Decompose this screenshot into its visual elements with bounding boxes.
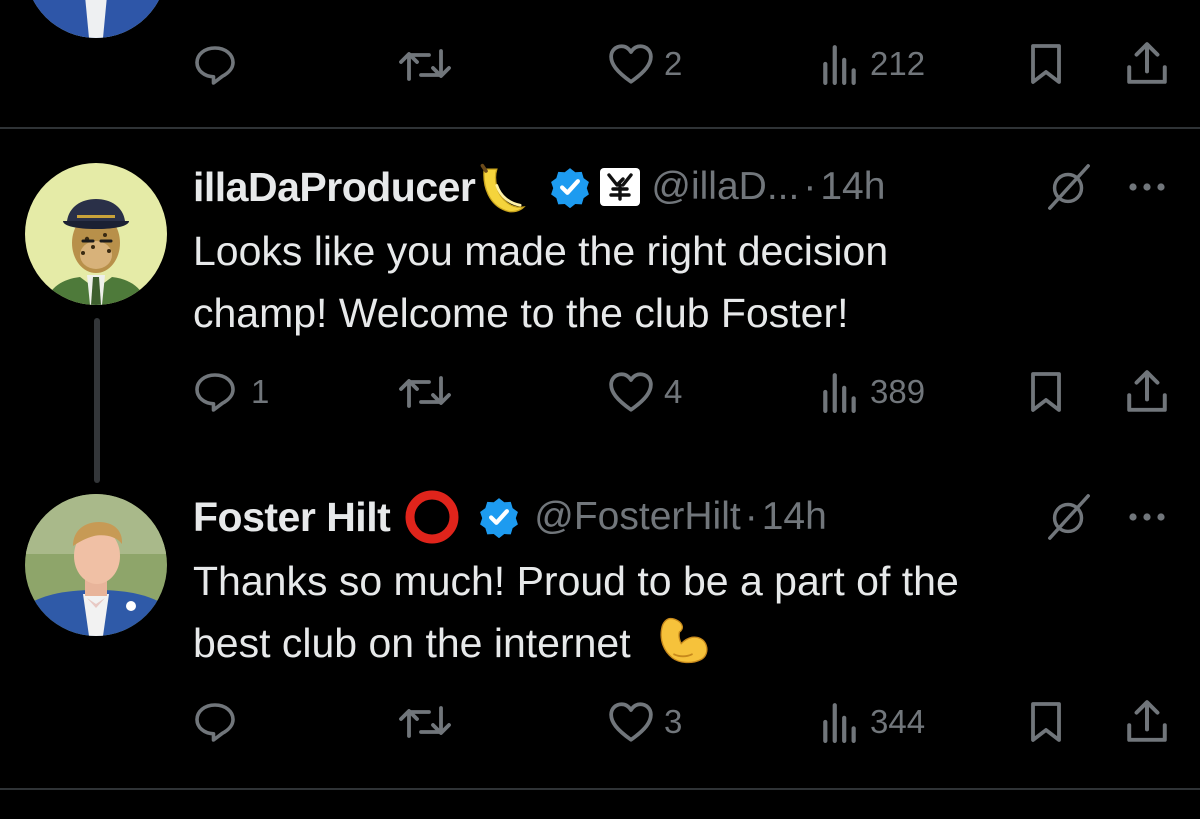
- thread-connector: [94, 318, 100, 483]
- banana-emoji-icon: [477, 162, 531, 216]
- reply-icon: [193, 370, 237, 414]
- reply1-retweet-button[interactable]: [396, 370, 454, 414]
- more-icon[interactable]: [1127, 511, 1167, 523]
- reply2-header: Foster Hilt @FosterHilt · 14h: [193, 487, 827, 547]
- reply-count: 1: [251, 373, 270, 410]
- reply2-like-button[interactable]: 3: [608, 701, 682, 743]
- separator-dot: ·: [744, 495, 758, 538]
- reply2-retweet-button[interactable]: [396, 700, 454, 744]
- tweet-text-line: Thanks so much! Proud to be a part of th…: [193, 558, 959, 604]
- reply-icon: [193, 43, 237, 87]
- share-icon: [1124, 40, 1170, 86]
- top-share-button[interactable]: [1124, 40, 1170, 86]
- reply-icon: [193, 700, 237, 744]
- top-reply-button[interactable]: [193, 43, 237, 87]
- retweet-icon: [396, 43, 454, 87]
- reply1-reply-button[interactable]: 1: [193, 370, 269, 414]
- bookmark-icon: [1026, 42, 1066, 86]
- reply2-views-button[interactable]: 344: [820, 701, 925, 743]
- reply1-bookmark-button[interactable]: [1026, 370, 1066, 414]
- red-circle-emoji-icon: [405, 490, 459, 544]
- timestamp[interactable]: 14h: [762, 495, 827, 539]
- affiliate-badge-icon: [600, 168, 641, 206]
- like-count: 2: [664, 45, 683, 82]
- views-count: 212: [870, 45, 926, 82]
- grok-icon[interactable]: [1044, 492, 1094, 542]
- bookmark-icon: [1026, 700, 1066, 744]
- author-handle[interactable]: @FosterHilt: [534, 495, 740, 539]
- retweet-icon: [396, 370, 454, 414]
- views-count: 344: [870, 703, 926, 740]
- top-views-button[interactable]: 212: [820, 43, 925, 85]
- like-count: 4: [664, 373, 683, 410]
- reply2-reply-button[interactable]: [193, 700, 237, 744]
- like-icon: [608, 43, 654, 85]
- reply1-views-button[interactable]: 389: [820, 371, 925, 413]
- timestamp[interactable]: 14h: [820, 165, 885, 209]
- reply2-bookmark-button[interactable]: [1026, 700, 1066, 744]
- author-name[interactable]: Foster Hilt: [193, 494, 391, 541]
- like-icon: [608, 701, 654, 743]
- tweet-text-line-with-emoji: best club on the internet: [193, 612, 1093, 674]
- reply1-header: illaDaProducer @illaD... · 14h: [193, 157, 885, 217]
- share-icon: [1124, 698, 1170, 744]
- flexed-biceps-emoji-icon: [656, 615, 710, 665]
- more-icon[interactable]: [1127, 181, 1167, 193]
- verified-badge-icon: [478, 496, 520, 538]
- views-count: 389: [870, 373, 926, 410]
- tweet-text-line: champ! Welcome to the club Foster!: [193, 290, 849, 336]
- verified-badge-icon: [549, 166, 591, 208]
- top-bookmark-button[interactable]: [1026, 42, 1066, 86]
- top-like-button[interactable]: 2: [608, 43, 682, 85]
- bookmark-icon: [1026, 370, 1066, 414]
- reply2-text: Thanks so much! Proud to be a part of th…: [193, 550, 1093, 674]
- flexed-biceps-emoji-icon: [392, 0, 452, 14]
- author-name[interactable]: illaDaProducer: [193, 164, 476, 211]
- top-tweet-avatar[interactable]: [25, 0, 167, 38]
- reply1-like-button[interactable]: 4: [608, 371, 682, 413]
- fosterhilt-avatar[interactable]: [25, 494, 167, 636]
- like-count: 3: [664, 703, 683, 740]
- tweet-text-line: best club on the internet: [193, 620, 631, 666]
- retweet-icon: [396, 700, 454, 744]
- tweet-divider: [0, 788, 1200, 790]
- reply2-share-button[interactable]: [1124, 698, 1170, 744]
- share-icon: [1124, 368, 1170, 414]
- reply1-text: Looks like you made the right decision c…: [193, 220, 1093, 344]
- illadaproducer-avatar[interactable]: [25, 163, 167, 305]
- views-icon: [820, 701, 860, 743]
- views-icon: [820, 371, 860, 413]
- tweet-divider: [0, 127, 1200, 129]
- separator-dot: ·: [803, 165, 817, 208]
- views-icon: [820, 43, 860, 85]
- author-handle[interactable]: @illaD...: [651, 165, 799, 209]
- tweet-text-line: Looks like you made the right decision: [193, 228, 889, 274]
- grok-icon[interactable]: [1044, 162, 1094, 212]
- reply1-share-button[interactable]: [1124, 368, 1170, 414]
- like-icon: [608, 371, 654, 413]
- top-retweet-button[interactable]: [396, 43, 454, 87]
